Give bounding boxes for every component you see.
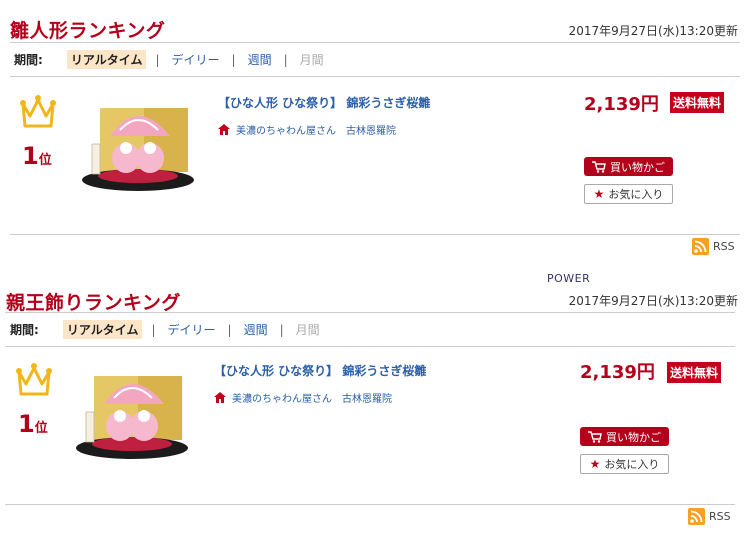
tab-separator: | [227,322,232,337]
favorites-label: お気に入り [608,188,664,201]
tab-daily[interactable]: デイリー [169,50,223,69]
shop-name-link[interactable]: 美濃のちゃわん屋さん [236,122,336,137]
free-shipping-badge: 送料無料 [667,362,722,383]
free-shipping-badge: 送料無料 [670,92,725,113]
tab-daily[interactable]: デイリー [165,320,219,339]
divider [10,76,740,77]
tab-separator: | [283,52,288,67]
tab-weekly[interactable]: 週間 [241,320,271,339]
divider [5,312,735,313]
period-label: 期間: [10,323,39,337]
period-label: 期間: [14,53,43,67]
shop-name-secondary[interactable]: 古林恩羅院 [342,390,392,405]
divider [5,346,735,347]
shop-name-link[interactable]: 美濃のちゃわん屋さん [232,390,332,405]
cart-label: 買い物かご [610,160,665,174]
rss-label: RSS [713,240,735,253]
star-icon: ★ [589,457,601,471]
add-to-favorites-button[interactable]: ★ お気に入り [580,454,669,474]
updated-timestamp: 2017年9月27日(水)13:20更新 [568,24,738,38]
star-icon: ★ [593,187,605,201]
rss-icon [692,238,709,255]
updated-timestamp: 2017年9月27日(水)13:20更新 [568,294,738,308]
cart-icon [588,430,602,443]
tab-realtime[interactable]: リアルタイム [66,50,147,69]
shop-home-icon [214,392,226,403]
product-image[interactable] [74,368,190,462]
tab-weekly[interactable]: 週間 [245,50,275,69]
crown-icon [16,363,52,396]
product-image[interactable] [80,100,196,194]
tab-separator: | [151,322,156,337]
rss-icon [688,508,705,525]
shop-info: 美濃のちゃわん屋さん 古林恩羅院 [218,122,396,137]
crown-icon [20,95,56,128]
cart-label: 買い物かご [606,430,661,444]
power-label: POWER [547,272,591,285]
favorites-label: お気に入り [604,458,660,471]
divider [10,42,740,43]
shop-info: 美濃のちゃわん屋さん 古林恩羅院 [214,390,392,405]
add-to-cart-button[interactable]: 買い物かご [580,427,669,446]
product-price: 2,139円 [584,94,659,115]
product-title-link[interactable]: 【ひな人形 ひな祭り】 錦彩うさぎ桜雛 [218,94,430,111]
rank-label: 1位 [18,410,48,438]
rss-link[interactable]: RSS [692,238,735,255]
tab-separator: | [279,322,284,337]
add-to-cart-button[interactable]: 買い物かご [584,157,673,176]
shop-home-icon [218,124,230,135]
tab-separator: | [155,52,160,67]
section-title: 親王飾りランキング [6,292,181,314]
section-title: 雛人形ランキング [10,20,166,42]
shop-name-secondary[interactable]: 古林恩羅院 [346,122,396,137]
tab-separator: | [231,52,236,67]
rank-label: 1位 [22,142,52,170]
rss-link[interactable]: RSS [688,508,731,525]
period-tabs: 期間: リアルタイム | デイリー | 週間 | 月間 [10,320,323,339]
period-tabs: 期間: リアルタイム | デイリー | 週間 | 月間 [14,50,327,69]
product-price: 2,139円 [580,362,655,383]
divider [5,504,735,505]
tab-monthly: 月間 [299,53,324,67]
divider [10,234,740,235]
tab-monthly: 月間 [295,323,320,337]
rss-label: RSS [709,510,731,523]
tab-realtime[interactable]: リアルタイム [62,320,143,339]
cart-icon [592,160,606,173]
add-to-favorites-button[interactable]: ★ お気に入り [584,184,673,204]
product-title-link[interactable]: 【ひな人形 ひな祭り】 錦彩うさぎ桜雛 [214,362,426,379]
